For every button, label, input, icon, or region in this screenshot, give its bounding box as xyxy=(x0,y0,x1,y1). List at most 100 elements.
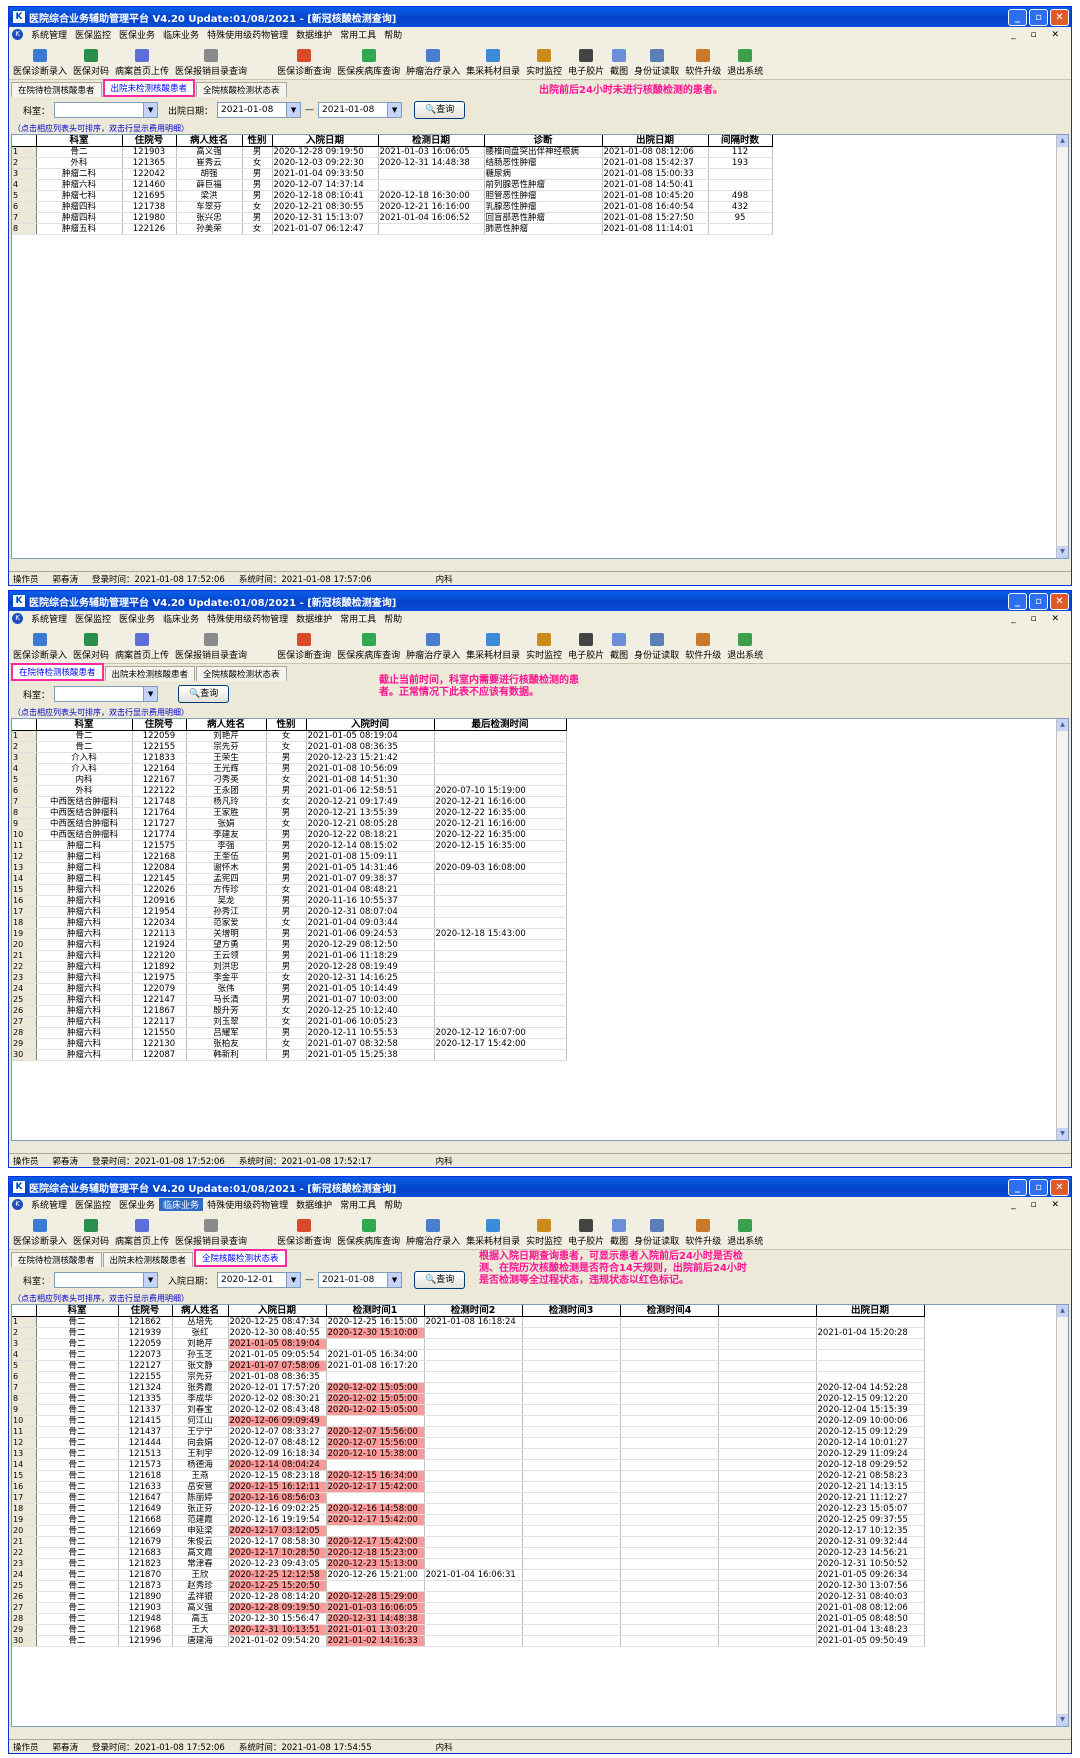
table-row[interactable]: 6 外科 122122 王永团男 2021-01-06 12:58:51 2020-07-… xyxy=(12,785,567,797)
maximize-button[interactable]: ▫ xyxy=(1029,8,1048,26)
column-header[interactable]: 入院时间 xyxy=(306,719,435,731)
tab-inpatient-pending[interactable]: 在院待检测核酸患者 xyxy=(11,1252,102,1267)
table-row[interactable]: 10 中西医结合肿瘤科 121774 李建友男 2020-12-22 08:18:21 2… xyxy=(12,829,567,841)
column-header[interactable]: 入院日期 xyxy=(272,135,379,147)
table-row[interactable]: 17 肿瘤六科 121954 孙秀江男 2020-12-31 08:07:04 xyxy=(12,906,567,918)
table-row[interactable]: 9 骨二 121337 刘春宝 2020-12-02 08:43:48 2020-12-0… xyxy=(12,1404,925,1416)
toolbar-button[interactable]: 医保报销目录查询 xyxy=(175,1219,247,1247)
tab-discharged-untested[interactable]: 出院未检测核酸患者 xyxy=(102,79,196,97)
table-row[interactable]: 13 肿瘤二科 122084 谢怀木男 2021-01-05 14:31:46 2020-… xyxy=(12,862,567,874)
tab-discharged-untested[interactable]: 出院未检测核酸患者 xyxy=(102,1252,194,1267)
table-row[interactable]: 6 骨二 122155 宗先芬 2021-01-08 08:36:35 xyxy=(12,1371,925,1383)
menu-insurance-monitor[interactable]: 医保监控 xyxy=(71,612,115,625)
scroll-down-icon[interactable]: ▼ xyxy=(1057,546,1068,558)
tab-hospital-status[interactable]: 全院核酸检测状态表 xyxy=(194,1249,287,1267)
column-header[interactable]: 性别 xyxy=(266,719,307,731)
toolbar-button[interactable]: 医保报销目录查询 xyxy=(175,49,247,77)
column-header[interactable]: 间隔时数 xyxy=(708,135,773,147)
table-row[interactable]: 4 肿瘤六科 121460 薛巨福男 2020-12-07 14:37:14 前列腺恶性肿… xyxy=(12,179,773,191)
toolbar-button[interactable]: 医保对码 xyxy=(73,49,109,77)
column-header[interactable]: 病人姓名 xyxy=(172,1305,229,1317)
menu-insurance-business[interactable]: 医保业务 xyxy=(115,612,159,625)
table-row[interactable]: 29 骨二 121968 王大 2020-12-31 10:13:51 2021-01-0… xyxy=(12,1624,925,1636)
menu-special-drugs[interactable]: 特殊使用级药物管理 xyxy=(203,612,292,625)
table-row[interactable]: 28 骨二 121948 高玉 2020-12-30 15:56:47 2020-12-3… xyxy=(12,1613,925,1625)
dept-select[interactable]: ▼ xyxy=(54,1272,159,1288)
minimize-button[interactable]: _ xyxy=(1008,1178,1027,1196)
vertical-scrollbar[interactable]: ▲ ▼ xyxy=(1056,135,1068,558)
table-row[interactable]: 24 骨二 121870 王欣 2020-12-25 12:12:58 2020-12-2… xyxy=(12,1569,925,1581)
column-header[interactable]: 住院号 xyxy=(122,135,177,147)
column-header[interactable]: 性别 xyxy=(242,135,273,147)
table-row[interactable]: 26 骨二 121890 孟祥银 2020-12-28 08:14:20 2020-12-… xyxy=(12,1591,925,1603)
toolbar-button[interactable]: 实时监控 xyxy=(526,1219,562,1247)
toolbar-button[interactable]: 医保诊断录入 xyxy=(13,49,67,77)
table-row[interactable]: 15 肿瘤六科 122026 方传珍女 2021-01-04 08:48:21 xyxy=(12,884,567,896)
maximize-button[interactable]: ▫ xyxy=(1029,1178,1048,1196)
table-row[interactable]: 28 肿瘤六科 121550 吕耀军男 2020-12-11 10:55:53 2020-… xyxy=(12,1027,567,1039)
tab-inpatient-pending[interactable]: 在院待检测核酸患者 xyxy=(11,82,102,97)
query-button[interactable]: 🔍查询 xyxy=(414,101,466,119)
menu-system[interactable]: 系统管理 xyxy=(27,1198,71,1211)
table-row[interactable]: 11 骨二 121437 王宁宁 2020-12-07 08:33:27 2020-12-… xyxy=(12,1426,925,1438)
chevron-down-icon[interactable]: ▼ xyxy=(286,103,301,117)
toolbar-button[interactable]: 实时监控 xyxy=(526,49,562,77)
table-row[interactable]: 23 骨二 121823 常津春 2020-12-23 09:43:05 2020-12-… xyxy=(12,1558,925,1570)
chevron-down-icon[interactable]: ▼ xyxy=(143,687,158,701)
table-row[interactable]: 20 骨二 121669 申延梁 2020-12-17 03:12:05 2020-12-… xyxy=(12,1525,925,1537)
table-row[interactable]: 25 骨二 121873 赵秀珍 2020-12-25 15:20:50 2020-12-… xyxy=(12,1580,925,1592)
table-row[interactable]: 24 肿瘤六科 122079 张伟男 2021-01-05 10:14:49 xyxy=(12,983,567,995)
toolbar-button[interactable]: 软件升级 xyxy=(685,1219,721,1247)
scroll-down-icon[interactable]: ▼ xyxy=(1057,1714,1068,1726)
column-header[interactable]: 科室 xyxy=(36,1305,119,1317)
menu-special-drugs[interactable]: 特殊使用级药物管理 xyxy=(203,28,292,41)
table-row[interactable]: 22 肿瘤六科 121892 刘洪忠男 2020-12-28 08:19:49 xyxy=(12,961,567,973)
toolbar-button[interactable]: 软件升级 xyxy=(685,633,721,661)
toolbar-button[interactable]: 医保对码 xyxy=(73,633,109,661)
toolbar-button[interactable]: 医保诊断查询 xyxy=(277,1219,331,1247)
table-row[interactable]: 4 骨二 122073 孙玉芝 2021-01-05 09:05:54 2021-01-0… xyxy=(12,1349,925,1361)
menu-special-drugs[interactable]: 特殊使用级药物管理 xyxy=(203,1198,292,1211)
scroll-up-icon[interactable]: ▲ xyxy=(1057,719,1068,731)
table-row[interactable]: 2 外科 121365 崔秀云女 2020-12-03 09:22:30 2020-12-… xyxy=(12,157,773,169)
menu-data-maintenance[interactable]: 数据维护 xyxy=(292,1198,336,1211)
tab-hospital-status[interactable]: 全院核酸检测状态表 xyxy=(196,666,287,681)
table-row[interactable]: 3 骨二 122059 刘艳芹 2021-01-05 08:19:04 xyxy=(12,1338,925,1350)
column-header[interactable]: 科室 xyxy=(36,719,133,731)
column-header[interactable]: 检测日期 xyxy=(378,135,485,147)
menu-insurance-business[interactable]: 医保业务 xyxy=(115,1198,159,1211)
close-button[interactable]: ✕ xyxy=(1050,592,1069,610)
menu-data-maintenance[interactable]: 数据维护 xyxy=(292,612,336,625)
vertical-scrollbar[interactable]: ▲ ▼ xyxy=(1056,1305,1068,1726)
toolbar-button[interactable]: 病案首页上传 xyxy=(115,49,169,77)
table-row[interactable]: 30 肿瘤六科 122087 韩新利男 2021-01-05 15:25:38 xyxy=(12,1049,567,1061)
table-row[interactable]: 13 骨二 121513 王利宇 2020-12-09 16:18:34 2020-12-… xyxy=(12,1448,925,1460)
table-row[interactable]: 8 肿瘤五科 122126 孙美荣女 2021-01-07 06:12:47 肺恶性肿瘤 2… xyxy=(12,223,773,235)
table-row[interactable]: 10 骨二 121415 何江山 2020-12-06 09:09:49 2020-12-… xyxy=(12,1415,925,1427)
table-row[interactable]: 1 骨二 121903 高义强男 2020-12-28 09:19:50 2021-01-… xyxy=(12,146,773,158)
toolbar-button[interactable]: 实时监控 xyxy=(526,633,562,661)
table-row[interactable]: 11 肿瘤二科 121575 李强男 2020-12-14 08:15:02 2020-1… xyxy=(12,840,567,852)
menu-clinical[interactable]: 临床业务 xyxy=(159,612,203,625)
table-row[interactable]: 15 骨二 121618 王燕 2020-12-15 08:23:18 2020-12-1… xyxy=(12,1470,925,1482)
table-row[interactable]: 16 骨二 121633 岳安营 2020-12-15 16:12:11 2020-12-… xyxy=(12,1481,925,1493)
table-row[interactable]: 12 肿瘤二科 122168 王奎伍男 2021-01-08 15:09:11 xyxy=(12,851,567,863)
toolbar-button[interactable]: 截图 xyxy=(610,49,628,77)
menu-system[interactable]: 系统管理 xyxy=(27,28,71,41)
table-row[interactable]: 2 骨二 121939 张红 2020-12-30 08:40:55 2020-12-30… xyxy=(12,1327,925,1339)
table-row[interactable]: 16 肿瘤六科 120916 吴龙男 2020-11-16 10:55:37 xyxy=(12,895,567,907)
table-row[interactable]: 1 骨二 122059 刘艳芹女 2021-01-05 08:19:04 xyxy=(12,730,567,742)
table-row[interactable]: 2 骨二 122155 宗先芬女 2021-01-08 08:36:35 xyxy=(12,741,567,753)
column-header[interactable] xyxy=(12,135,37,147)
column-header[interactable]: 检测时间2 xyxy=(424,1305,523,1317)
toolbar-button[interactable]: 退出系统 xyxy=(727,633,763,661)
toolbar-button[interactable]: 截图 xyxy=(610,1219,628,1247)
toolbar-button[interactable]: 身份证读取 xyxy=(634,633,679,661)
table-row[interactable]: 5 内科 122167 刁秀英女 2021-01-08 14:51:30 xyxy=(12,774,567,786)
table-row[interactable]: 6 肿瘤四科 121738 车翠芬女 2020-12-21 08:30:55 2020-1… xyxy=(12,201,773,213)
menu-insurance-monitor[interactable]: 医保监控 xyxy=(71,28,115,41)
table-row[interactable]: 30 骨二 121996 唐建海 2021-01-02 09:54:20 2021-01-… xyxy=(12,1635,925,1647)
table-row[interactable]: 21 骨二 121679 朱俊云 2020-12-17 08:58:30 2020-12-… xyxy=(12,1536,925,1548)
tab-discharged-untested[interactable]: 出院未检测核酸患者 xyxy=(104,666,196,681)
toolbar-button[interactable]: 退出系统 xyxy=(727,1219,763,1247)
